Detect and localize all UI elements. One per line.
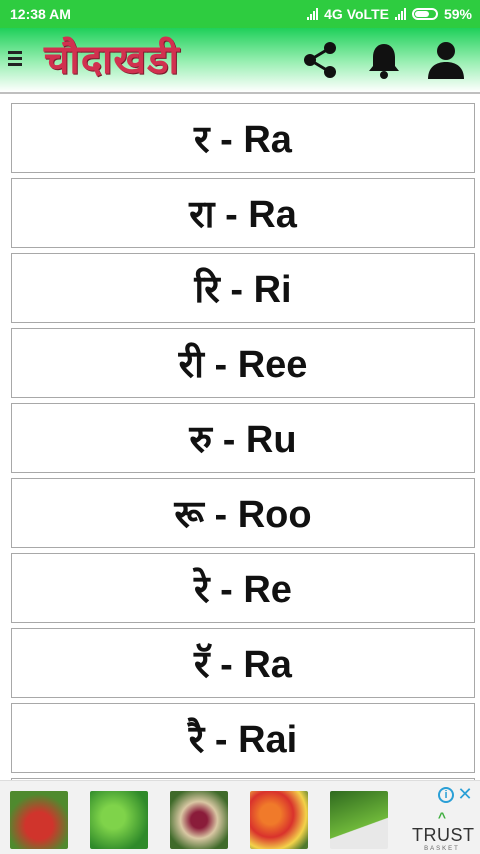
status-time: 12:38 AM [10,6,71,22]
list-item[interactable]: रा - Ra [11,178,475,248]
trustbasket-logo[interactable]: ^ TRUST BASKET [412,809,475,852]
ad-image-gladiolus[interactable] [10,791,68,849]
battery-level: 59% [443,6,472,22]
list-item[interactable]: रै - Rai [11,703,475,773]
ad-image-kochia[interactable] [90,791,148,849]
list-item[interactable]: री - Ree [11,328,475,398]
list-item[interactable]: रु - Ru [11,403,475,473]
user-icon[interactable] [424,38,468,82]
ad-image-blooms[interactable] [250,791,308,849]
app-bar-divider [0,92,480,94]
list-item[interactable]: रे - Re [11,553,475,623]
list-item[interactable]: रॅ - Ra [11,628,475,698]
list-item[interactable]: रू - Roo [11,478,475,548]
list-item[interactable]: रि - Ri [11,253,475,323]
status-indicators: 4G VoLTE 59% [307,6,472,22]
bell-icon[interactable] [362,38,406,82]
signal-icon-2 [394,8,406,20]
app-bar: चौदाखडी [0,28,480,92]
close-icon[interactable]: ✕ [456,785,474,803]
ad-image-flowers[interactable] [170,791,228,849]
list-item[interactable]: र - Ra [11,103,475,173]
battery-icon [411,8,438,20]
trust-logo-word: TRUST [412,825,475,845]
ad-image-grass-mat[interactable] [330,791,388,849]
menu-icon[interactable] [8,48,28,72]
adchoices-icon[interactable]: i [438,787,454,803]
syllable-list: र - Ra रा - Ra रि - Ri री - Ree रु - Ru … [11,103,475,853]
share-icon[interactable] [298,38,342,82]
status-bar: 12:38 AM 4G VoLTE 59% [0,0,480,28]
signal-icon [307,8,319,20]
trust-logo-mark: ^ [437,809,447,825]
ad-banner[interactable]: i ✕ ^ TRUST BASKET [0,780,480,854]
trust-logo-sub: BASKET [424,846,460,852]
app-title: चौदाखडी [44,36,180,83]
network-label: 4G VoLTE [324,6,389,22]
